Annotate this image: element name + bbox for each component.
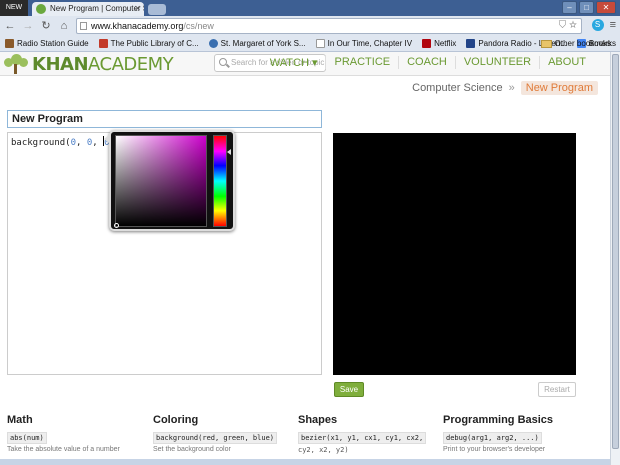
documentation-section: Math abs(num) Take the absolute value of… bbox=[0, 414, 610, 465]
tree-logo-icon bbox=[2, 54, 30, 74]
doc-function[interactable]: debug(arg1, arg2, ...) bbox=[443, 432, 542, 444]
tab-strip: NEW New Program | Computer Sc ✕ – □ ✕ bbox=[0, 0, 620, 16]
nav-watch[interactable]: WATCH ▾ bbox=[262, 56, 326, 69]
hue-slider-handle[interactable] bbox=[227, 149, 231, 155]
nav-volunteer[interactable]: VOLUNTEER bbox=[454, 56, 539, 69]
taskbar-strip bbox=[0, 459, 610, 465]
other-bookmarks-label: Other bookmarks bbox=[554, 39, 616, 48]
forward-icon[interactable]: → bbox=[21, 19, 35, 33]
site-header: KHANACADEMY Search for a video or topic … bbox=[0, 52, 610, 76]
back-icon[interactable]: ← bbox=[3, 19, 17, 33]
doc-column-shapes: Shapes bezier(x1, y1, cx1, cy1, cx2, cy2… bbox=[298, 414, 448, 454]
nav-coach[interactable]: COACH bbox=[398, 56, 455, 69]
skype-icon[interactable]: S bbox=[591, 19, 604, 31]
bookmark-label: In Our Time, Chapter IV bbox=[327, 39, 413, 48]
home-icon[interactable]: ⌂ bbox=[57, 19, 71, 33]
restart-button[interactable]: Restart bbox=[538, 382, 576, 397]
os-badge: NEW bbox=[0, 0, 28, 16]
browser-tab[interactable]: New Program | Computer Sc ✕ bbox=[32, 2, 144, 16]
doc-description: Set the background color bbox=[153, 446, 231, 453]
bookmarks-overflow[interactable]: » bbox=[616, 39, 620, 48]
bookmark-item[interactable]: Netflix bbox=[417, 39, 461, 48]
search-icon bbox=[219, 58, 227, 66]
new-tab-button[interactable] bbox=[148, 4, 166, 15]
saturation-value-square[interactable] bbox=[114, 135, 207, 228]
maximize-icon[interactable]: □ bbox=[579, 1, 594, 14]
main-nav: WATCH ▾ PRACTICE COACH VOLUNTEER ABOUT bbox=[262, 56, 594, 69]
bookmark-item[interactable]: The Public Library of C... bbox=[94, 39, 204, 48]
browser-toolbar: ← → ↻ ⌂ www.khanacademy.org/cs/new ⛉ ☆ S… bbox=[0, 16, 620, 36]
page-icon bbox=[80, 22, 87, 30]
doc-heading: Shapes bbox=[298, 414, 338, 426]
save-button[interactable]: Save bbox=[334, 382, 364, 397]
bookmark-label: Netflix bbox=[434, 39, 457, 48]
bookmarks-bar: Radio Station Guide The Public Library o… bbox=[0, 36, 620, 52]
doc-function-continued: cy2, x2, y2) bbox=[298, 446, 349, 454]
program-title-input[interactable]: New Program bbox=[7, 110, 322, 128]
hue-slider[interactable] bbox=[213, 135, 231, 227]
bookmark-icon bbox=[315, 39, 325, 48]
browser-extensions: S ≡ bbox=[591, 19, 616, 31]
bookmark-item[interactable]: Radio Station Guide bbox=[0, 39, 94, 48]
output-canvas[interactable] bbox=[333, 133, 576, 375]
nav-about[interactable]: ABOUT bbox=[539, 56, 594, 69]
bookmark-icon bbox=[5, 39, 14, 48]
bookmark-item[interactable]: In Our Time, Chapter IV bbox=[311, 39, 417, 48]
doc-column-programming-basics: Programming Basics debug(arg1, arg2, ...… bbox=[443, 414, 593, 453]
window-close-icon[interactable]: ✕ bbox=[596, 1, 616, 14]
doc-function[interactable]: bezier(x1, y1, cx1, cy1, cx2, bbox=[298, 432, 427, 444]
bookmark-star-icon[interactable]: ⛉ ☆ bbox=[559, 19, 577, 33]
bookmark-item[interactable]: St. Margaret of York S... bbox=[204, 39, 311, 48]
doc-column-coloring: Coloring background(red, green, blue) Se… bbox=[153, 414, 303, 453]
breadcrumb-separator: » bbox=[508, 82, 515, 94]
logo-text: KHANACADEMY bbox=[32, 53, 174, 75]
bookmark-icon bbox=[466, 39, 476, 48]
bookmark-icon bbox=[208, 39, 218, 48]
bookmark-label: St. Margaret of York S... bbox=[220, 39, 306, 48]
menu-icon[interactable]: ≡ bbox=[610, 19, 616, 31]
other-bookmarks[interactable]: Other bookmarks bbox=[540, 39, 616, 48]
doc-heading: Programming Basics bbox=[443, 414, 554, 426]
bookmark-icon bbox=[422, 39, 432, 48]
bookmark-label: The Public Library of C... bbox=[110, 39, 199, 48]
khan-favicon-icon bbox=[36, 4, 46, 14]
doc-description: Take the absolute value of a number bbox=[7, 446, 120, 453]
bookmark-label: Radio Station Guide bbox=[17, 39, 89, 48]
code-arg-red: 0 bbox=[70, 138, 77, 148]
url-path: /cs/new bbox=[183, 21, 214, 31]
scrollbar-thumb[interactable] bbox=[612, 54, 619, 449]
reload-icon[interactable]: ↻ bbox=[39, 19, 53, 33]
tab-close-icon[interactable]: ✕ bbox=[134, 2, 141, 16]
code-function: background( bbox=[11, 138, 71, 148]
khan-academy-logo[interactable]: KHANACADEMY bbox=[2, 53, 174, 75]
window-controls: – □ ✕ bbox=[562, 1, 616, 14]
browser-chrome: NEW New Program | Computer Sc ✕ – □ ✕ ← … bbox=[0, 0, 620, 52]
doc-heading: Coloring bbox=[153, 414, 199, 426]
breadcrumb-current: New Program bbox=[520, 81, 598, 95]
breadcrumb: Computer Science » New Program bbox=[412, 81, 598, 95]
doc-column-math: Math abs(num) Take the absolute value of… bbox=[7, 414, 157, 453]
minimize-icon[interactable]: – bbox=[562, 1, 577, 14]
breadcrumb-parent[interactable]: Computer Science bbox=[412, 82, 503, 94]
bookmark-icon bbox=[98, 39, 108, 48]
color-selector-handle[interactable] bbox=[114, 223, 119, 228]
folder-icon bbox=[540, 39, 552, 48]
doc-heading: Math bbox=[7, 414, 33, 426]
nav-practice[interactable]: PRACTICE bbox=[325, 56, 398, 69]
doc-description: Print to your browser's developer bbox=[443, 446, 546, 453]
color-picker bbox=[104, 130, 235, 231]
code-arg-green: 0 bbox=[86, 138, 93, 148]
url-host: www.khanacademy.org bbox=[91, 21, 184, 31]
doc-function[interactable]: background(red, green, blue) bbox=[153, 432, 278, 444]
doc-function[interactable]: abs(num) bbox=[7, 432, 47, 444]
tab-title: New Program | Computer Sc bbox=[50, 4, 144, 13]
address-bar[interactable]: www.khanacademy.org/cs/new ⛉ ☆ bbox=[76, 18, 582, 34]
vertical-scrollbar[interactable] bbox=[610, 52, 620, 465]
